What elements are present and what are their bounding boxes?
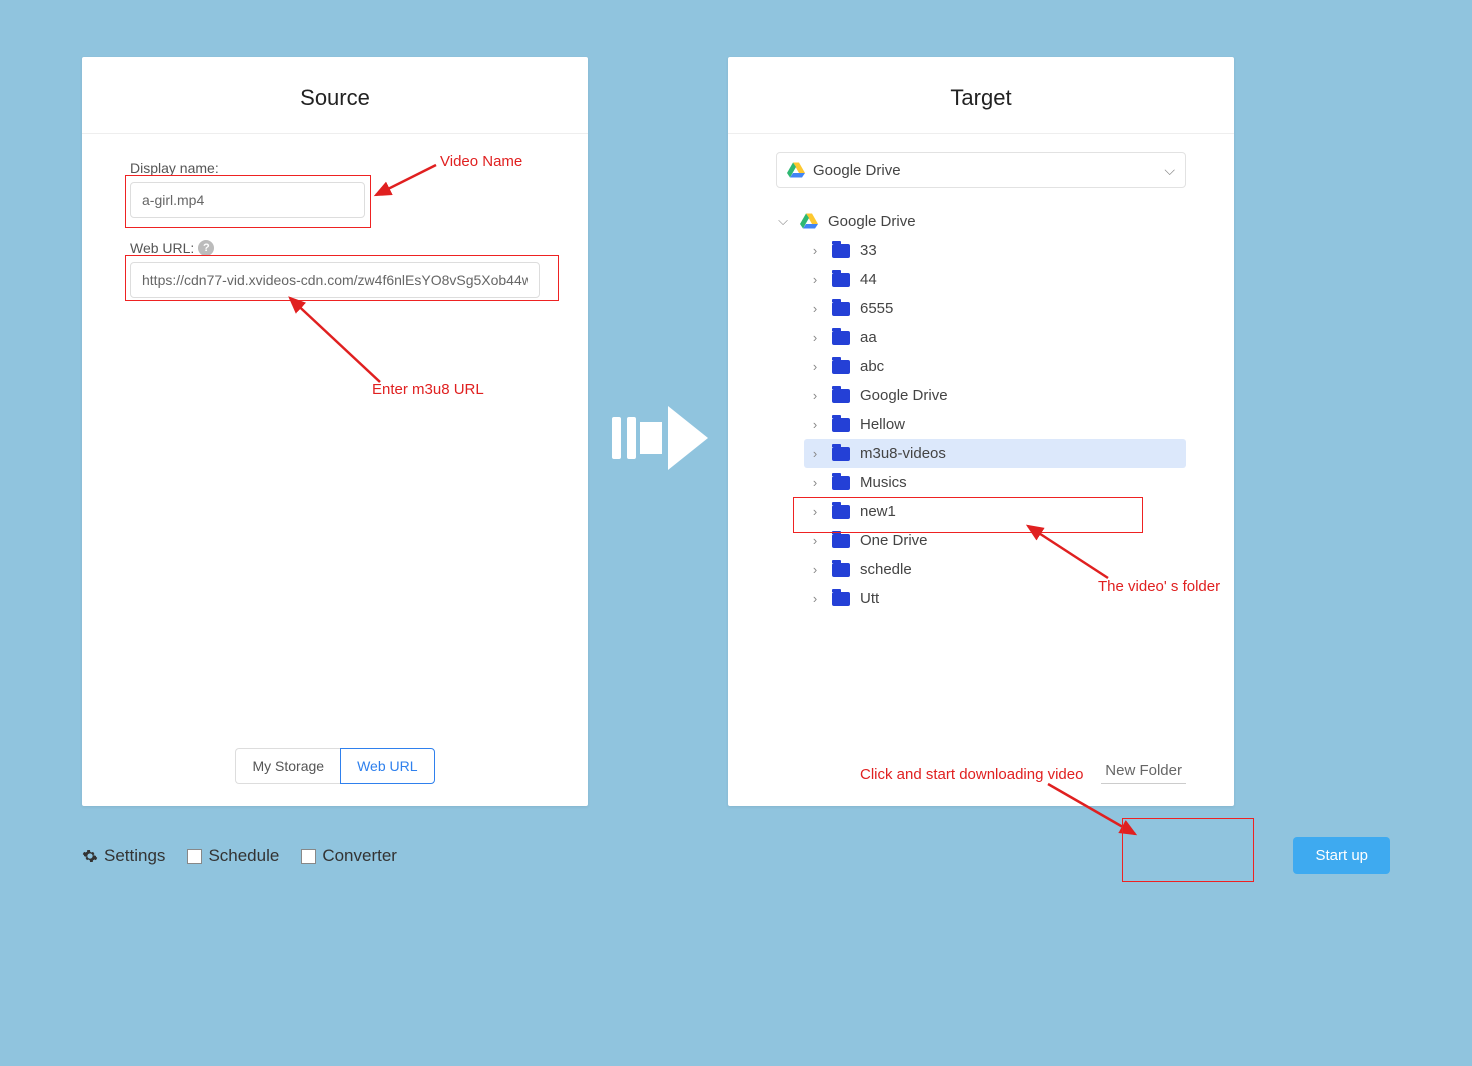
tree-folder-item[interactable]: › abc: [804, 352, 1186, 381]
transfer-arrow-icon: [612, 405, 712, 470]
chevron-right-icon: ›: [808, 504, 822, 519]
schedule-label: Schedule: [208, 846, 279, 866]
tree-folder-item[interactable]: › aa: [804, 323, 1186, 352]
source-title: Source: [82, 57, 588, 134]
chevron-right-icon: ›: [808, 359, 822, 374]
tree-folder-label: schedle: [860, 561, 912, 578]
chevron-down-icon: ⌵: [1164, 162, 1175, 179]
folder-icon: [832, 563, 850, 577]
drive-dropdown-label: Google Drive: [813, 162, 1156, 179]
bottom-bar: Settings Schedule Converter Start up: [82, 832, 1390, 880]
chevron-right-icon: ›: [808, 388, 822, 403]
source-tabs: My Storage Web URL: [82, 748, 588, 784]
tree-folder-label: Hellow: [860, 416, 905, 433]
tree-folder-label: aa: [860, 329, 877, 346]
target-title: Target: [728, 57, 1234, 134]
folder-icon: [832, 592, 850, 606]
tree-folder-label: m3u8-videos: [860, 445, 946, 462]
folder-icon: [832, 534, 850, 548]
tree-folder-item[interactable]: › One Drive: [804, 526, 1186, 555]
settings-label: Settings: [104, 846, 165, 866]
drive-dropdown[interactable]: Google Drive ⌵: [776, 152, 1186, 188]
folder-icon: [832, 447, 850, 461]
folder-icon: [832, 476, 850, 490]
chevron-down-icon: ⌵: [776, 213, 790, 229]
folder-icon: [832, 505, 850, 519]
folder-icon: [832, 331, 850, 345]
tree-folder-item[interactable]: › Hellow: [804, 410, 1186, 439]
chevron-right-icon: ›: [808, 475, 822, 490]
source-panel: Source Display name: Web URL: ? My Stora…: [82, 57, 588, 806]
tree-folder-item[interactable]: › 33: [804, 236, 1186, 265]
folder-icon: [832, 273, 850, 287]
google-drive-icon: [800, 212, 818, 230]
tree-folder-label: 44: [860, 271, 877, 288]
chevron-right-icon: ›: [808, 562, 822, 577]
folder-icon: [832, 244, 850, 258]
tree-folder-label: abc: [860, 358, 884, 375]
tree-folder-item[interactable]: › Google Drive: [804, 381, 1186, 410]
new-folder-button[interactable]: New Folder: [1101, 762, 1186, 784]
folder-icon: [832, 418, 850, 432]
folder-tree: ⌵ Google Drive › 33 › 44 › 6555 › aa › abc › Google…: [776, 206, 1186, 613]
chevron-right-icon: ›: [808, 446, 822, 461]
tree-folder-label: Utt: [860, 590, 879, 607]
folder-icon: [832, 389, 850, 403]
checkbox-icon: [301, 849, 316, 864]
tree-folder-label: new1: [860, 503, 896, 520]
chevron-right-icon: ›: [808, 591, 822, 606]
tree-folder-item[interactable]: › 6555: [804, 294, 1186, 323]
tree-folder-label: 6555: [860, 300, 893, 317]
display-name-label: Display name:: [130, 160, 540, 176]
chevron-right-icon: ›: [808, 272, 822, 287]
web-url-label: Web URL: ?: [130, 240, 540, 256]
tree-folder-item[interactable]: › m3u8-videos: [804, 439, 1186, 468]
tree-folder-item[interactable]: › Utt: [804, 584, 1186, 613]
help-icon[interactable]: ?: [198, 240, 214, 256]
chevron-right-icon: ›: [808, 301, 822, 316]
tree-root-label: Google Drive: [828, 213, 916, 230]
chevron-right-icon: ›: [808, 533, 822, 548]
converter-label: Converter: [322, 846, 397, 866]
tree-folder-label: One Drive: [860, 532, 928, 549]
tree-folder-label: Musics: [860, 474, 907, 491]
google-drive-icon: [787, 161, 805, 179]
tree-folder-label: 33: [860, 242, 877, 259]
chevron-right-icon: ›: [808, 330, 822, 345]
tree-folder-label: Google Drive: [860, 387, 948, 404]
schedule-checkbox[interactable]: Schedule: [187, 846, 279, 866]
target-panel: Target Google Drive ⌵ ⌵ Google Drive › 33…: [728, 57, 1234, 806]
start-button[interactable]: Start up: [1293, 837, 1390, 874]
gear-icon: [82, 848, 98, 864]
tree-folder-item[interactable]: › new1: [804, 497, 1186, 526]
tree-folder-item[interactable]: › schedle: [804, 555, 1186, 584]
checkbox-icon: [187, 849, 202, 864]
tree-folder-item[interactable]: › 44: [804, 265, 1186, 294]
tab-my-storage[interactable]: My Storage: [235, 748, 340, 784]
converter-checkbox[interactable]: Converter: [301, 846, 397, 866]
folder-icon: [832, 360, 850, 374]
tree-root[interactable]: ⌵ Google Drive: [776, 206, 1186, 236]
tree-folder-item[interactable]: › Musics: [804, 468, 1186, 497]
tab-web-url[interactable]: Web URL: [340, 748, 434, 784]
chevron-right-icon: ›: [808, 243, 822, 258]
settings-button[interactable]: Settings: [82, 846, 165, 866]
folder-icon: [832, 302, 850, 316]
chevron-right-icon: ›: [808, 417, 822, 432]
web-url-input[interactable]: [130, 262, 540, 298]
display-name-input[interactable]: [130, 182, 365, 218]
